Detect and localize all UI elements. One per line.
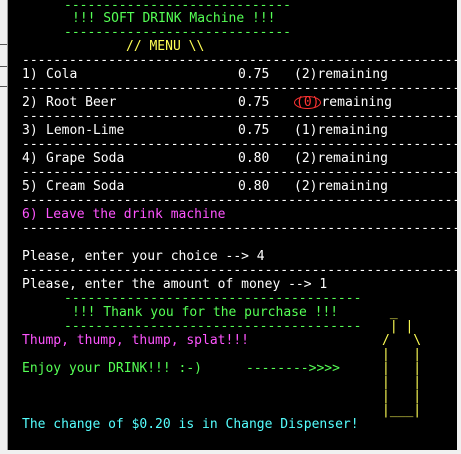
desktop-edge-strip [0, 0, 8, 454]
thanks-message: !!! Thank you for the purchase !!! [72, 305, 339, 320]
remaining-label: remaining [321, 95, 392, 110]
menu-item-remaining: (2)remaining [294, 180, 388, 194]
money-prompt: Please, enter the amount of money --> 1 [22, 277, 328, 292]
row-separator: ----------------------------------------… [22, 169, 461, 177]
menu-header: // MENU \\ [126, 39, 205, 54]
row-separator: ----------------------------------------… [22, 85, 461, 93]
title-separator-top: ----------------------------- [64, 2, 291, 10]
console-output[interactable]: ----------------------------- !!! SOFT D… [8, 0, 461, 450]
menu-separator-bottom: ----------------------------------------… [22, 225, 461, 233]
remaining-label: remaining [317, 67, 388, 82]
menu-item-remaining: (2)remaining [294, 68, 388, 82]
menu-item-price: 0.80 [238, 179, 270, 194]
menu-item-remaining: (0) remaining [294, 96, 392, 110]
menu-item-price: 0.75 [238, 123, 270, 138]
menu-item-index: 4) [22, 151, 38, 166]
menu-item-index: 3) [22, 123, 38, 138]
console-window: ----------------------------- !!! SOFT D… [0, 0, 461, 454]
enjoy-message: Enjoy your DRINK!!! :-) [22, 361, 203, 376]
menu-item-price: 0.75 [238, 95, 270, 110]
menu-item-index: 2) [22, 95, 38, 110]
thump-message: Thump, thump, thump, splat!!! [22, 333, 249, 348]
sold-out-count-circled: (0) [294, 95, 322, 110]
remaining-label: remaining [317, 151, 388, 166]
menu-item-remaining: (1)remaining [294, 124, 388, 138]
row-separator: ----------------------------------------… [22, 113, 461, 121]
menu-item-name: Grape Soda [46, 151, 125, 166]
window-edge-bottom [0, 450, 461, 454]
thanks-separator-top: -------------------------------------- [64, 295, 362, 303]
edge-mark [0, 44, 7, 45]
title-separator-bottom: ----------------------------- [64, 29, 291, 37]
menu-separator: ----------------------------------------… [22, 57, 461, 65]
bottle-ascii-art: _ | | / \ | | | | | | | | |___| [382, 305, 422, 418]
leave-option: 6) Leave the drink machine [22, 207, 226, 222]
remaining-count: (2) [294, 151, 318, 166]
menu-item-remaining: (2)remaining [294, 152, 388, 166]
menu-item-index: 1) [22, 67, 38, 82]
edge-mark [0, 86, 7, 87]
menu-item-index: 5) [22, 179, 38, 194]
menu-item-name: Lemon-Lime [46, 123, 125, 138]
title-text: !!! SOFT DRINK Machine !!! [72, 11, 276, 26]
window-edge-right [457, 0, 461, 454]
row-separator: ----------------------------------------… [22, 141, 461, 149]
menu-item-name: Cola [46, 67, 78, 82]
remaining-count: (2) [294, 67, 318, 82]
remaining-label: remaining [317, 179, 388, 194]
arrow-art: -------->>>> [246, 361, 340, 376]
choice-prompt: Please, enter your choice --> 4 [22, 249, 265, 264]
menu-item-name: Cream Soda [46, 179, 125, 194]
edge-mark [0, 66, 7, 67]
remaining-count: (1) [294, 123, 318, 138]
thanks-separator-bottom: -------------------------------------- [64, 323, 362, 331]
prompt-separator: ----------------------------------------… [22, 267, 461, 275]
menu-item-price: 0.80 [238, 151, 270, 166]
remaining-label: remaining [317, 123, 388, 138]
menu-item-name: Root Beer [46, 95, 117, 110]
menu-item-price: 0.75 [238, 67, 270, 82]
change-message: The change of $0.20 is in Change Dispens… [22, 417, 359, 432]
remaining-count: (2) [294, 179, 318, 194]
row-separator: ----------------------------------------… [22, 197, 461, 205]
